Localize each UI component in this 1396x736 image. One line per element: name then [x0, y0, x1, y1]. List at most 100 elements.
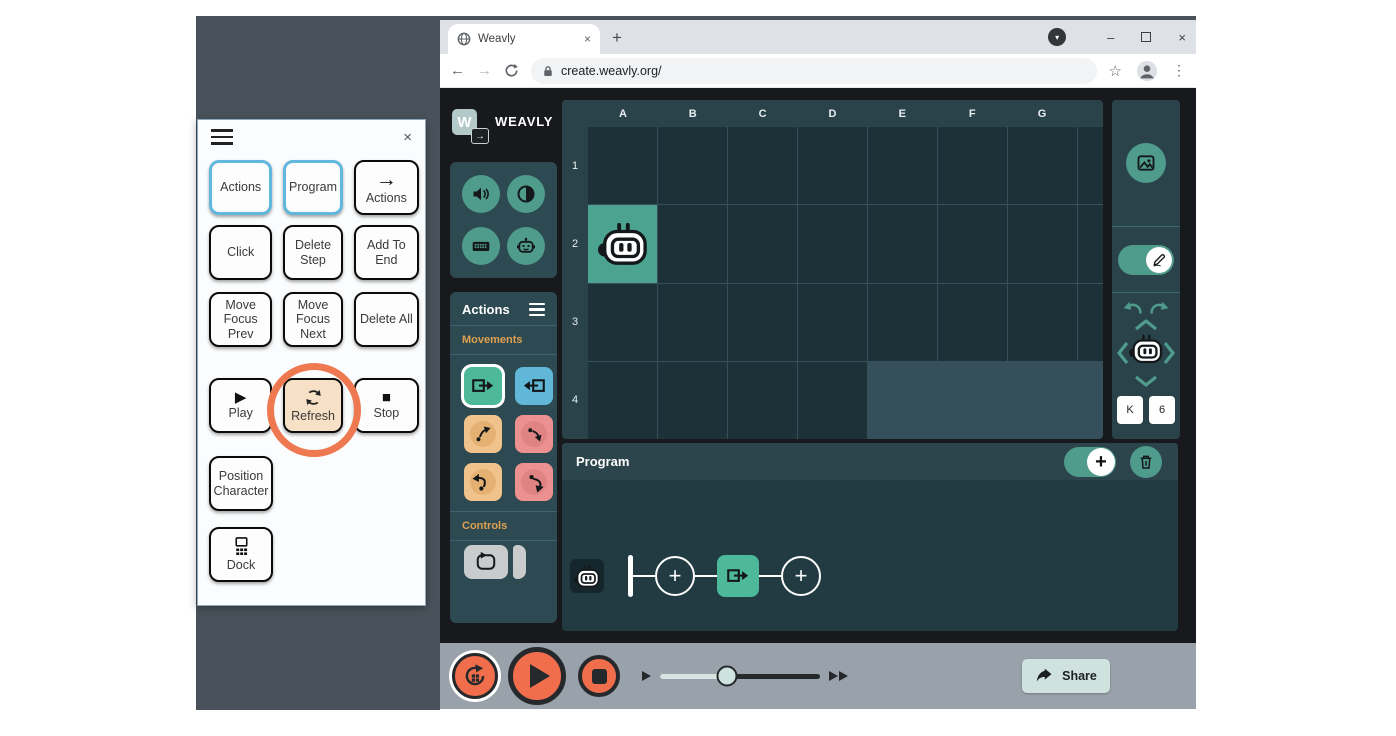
actions-menu-icon[interactable]	[529, 302, 545, 317]
scene-cell[interactable]	[588, 283, 657, 361]
scene-cell[interactable]	[1008, 205, 1077, 283]
turn-right-90-block[interactable]	[515, 463, 553, 501]
move-left-button[interactable]	[1116, 340, 1129, 366]
menu-button-move-focus-next[interactable]: Move Focus Next	[283, 292, 343, 347]
menu-button-delete-step[interactable]: Delete Step	[283, 225, 343, 280]
image-icon	[1137, 155, 1155, 171]
scene-cell[interactable]	[938, 283, 1007, 361]
bookmark-star-icon[interactable]: ☆	[1109, 62, 1122, 80]
scene-cell[interactable]	[658, 361, 727, 439]
move-up-button[interactable]	[1133, 318, 1159, 331]
menu-button-program[interactable]: Program	[283, 160, 343, 215]
maximize-button[interactable]	[1141, 32, 1152, 42]
tab-close-icon[interactable]: ×	[584, 32, 591, 46]
add-step-button[interactable]: +	[655, 556, 695, 596]
share-button[interactable]: Share	[1022, 659, 1110, 693]
scene-background-button[interactable]	[1126, 143, 1166, 183]
audio-feedback-button[interactable]	[461, 175, 500, 213]
delete-all-program-button[interactable]	[1130, 445, 1162, 478]
scene-cell[interactable]	[588, 127, 657, 205]
scene-cell[interactable]	[728, 283, 797, 361]
play-button[interactable]	[508, 647, 566, 705]
speed-slider-thumb[interactable]	[716, 665, 738, 687]
move-backward-block[interactable]	[515, 367, 553, 405]
scene-cell[interactable]	[728, 127, 797, 205]
new-tab-button[interactable]: +	[612, 29, 622, 46]
add-node-toggle[interactable]: +	[1064, 446, 1116, 477]
scene-cell[interactable]	[868, 205, 937, 283]
pen-icon	[1152, 254, 1165, 267]
menu-button-delete-all[interactable]: Delete All	[353, 292, 419, 347]
scene-cell[interactable]	[798, 283, 867, 361]
program-step-forward[interactable]	[717, 555, 759, 597]
add-step-button[interactable]: +	[781, 556, 821, 596]
close-window-button[interactable]: ×	[1178, 31, 1186, 44]
scene-cell[interactable]	[588, 361, 657, 439]
column-label: B	[688, 107, 697, 120]
menu-button-dock[interactable]: Dock	[209, 527, 273, 582]
scene-cell[interactable]	[1078, 283, 1103, 361]
menu-button-add-to-end[interactable]: Add To End	[353, 225, 419, 280]
scene-cell[interactable]	[798, 205, 867, 283]
scene-cell[interactable]	[728, 205, 797, 283]
move-down-button[interactable]	[1133, 375, 1159, 388]
undo-icon[interactable]	[1121, 301, 1143, 316]
speed-slider-track[interactable]	[660, 665, 820, 687]
menu-button-actions[interactable]: Actions	[209, 160, 273, 215]
chrome-status-icon[interactable]: ▾	[1048, 28, 1067, 46]
scene-cell[interactable]	[798, 127, 867, 205]
menu-button-click[interactable]: Click	[209, 225, 273, 280]
move-forward-block[interactable]	[464, 367, 502, 405]
redo-icon[interactable]	[1149, 301, 1171, 316]
minimize-button[interactable]: –	[1107, 31, 1114, 44]
stop-button[interactable]	[578, 655, 620, 697]
keyboard-shortcuts-button[interactable]	[461, 227, 500, 265]
menu-button-goto-actions[interactable]: → Actions	[353, 160, 419, 215]
menu-button-play[interactable]: ▶ Play	[209, 378, 273, 433]
position-row-input[interactable]: 6	[1149, 396, 1175, 424]
scene-cell[interactable]	[1008, 283, 1077, 361]
menu-button-stop[interactable]: ■ Stop	[353, 378, 419, 433]
move-right-button[interactable]	[1163, 340, 1176, 366]
url-bar[interactable]: create.weavly.org/	[531, 57, 1097, 84]
scene-cell[interactable]	[658, 205, 727, 283]
character-select-button[interactable]	[507, 227, 546, 265]
scene-cell[interactable]	[658, 283, 727, 361]
scene-cell[interactable]	[1078, 127, 1103, 205]
close-icon[interactable]: ×	[403, 130, 412, 145]
window-controls: ▾ – ×	[1048, 20, 1186, 54]
turn-left-45-block[interactable]	[464, 415, 502, 453]
menu-button-position-character[interactable]: Position Character	[209, 456, 273, 511]
play-icon: ▶	[234, 389, 247, 407]
chrome-menu-icon[interactable]: ⋮	[1172, 62, 1186, 79]
turn-left-90-block[interactable]	[464, 463, 502, 501]
loop-end-block[interactable]	[513, 545, 526, 579]
forward-button[interactable]: →	[477, 63, 492, 78]
scene-cell[interactable]	[868, 127, 937, 205]
speed-slider[interactable]	[642, 665, 848, 687]
scene-cell[interactable]	[1078, 205, 1103, 283]
scene-cell[interactable]	[1008, 127, 1077, 205]
profile-avatar-icon[interactable]	[1136, 60, 1158, 82]
scene-cell[interactable]	[728, 361, 797, 439]
browser-tab[interactable]: Weavly ×	[448, 24, 600, 54]
menu-icon[interactable]	[211, 129, 233, 145]
theme-contrast-button[interactable]	[507, 175, 546, 213]
reload-icon[interactable]	[504, 63, 519, 78]
reset-button[interactable]	[452, 653, 498, 699]
scene-cell[interactable]	[868, 283, 937, 361]
scene-cell-character[interactable]	[588, 205, 657, 283]
loop-block[interactable]	[464, 545, 508, 579]
scene-cell[interactable]	[658, 127, 727, 205]
scene-cell[interactable]	[798, 361, 867, 439]
scene-cell[interactable]	[938, 205, 1007, 283]
contrast-icon	[517, 185, 535, 203]
menu-button-refresh[interactable]: Refresh	[283, 378, 343, 433]
scene-cell[interactable]	[938, 127, 1007, 205]
back-button[interactable]: ←	[450, 63, 465, 78]
turn-right-45-block[interactable]	[515, 415, 553, 453]
position-column-input[interactable]: K	[1117, 396, 1143, 424]
program-character-thumbnail[interactable]	[570, 559, 604, 593]
character-draw-toggle[interactable]	[1118, 244, 1174, 275]
menu-button-move-focus-prev[interactable]: Move Focus Prev	[209, 292, 273, 347]
